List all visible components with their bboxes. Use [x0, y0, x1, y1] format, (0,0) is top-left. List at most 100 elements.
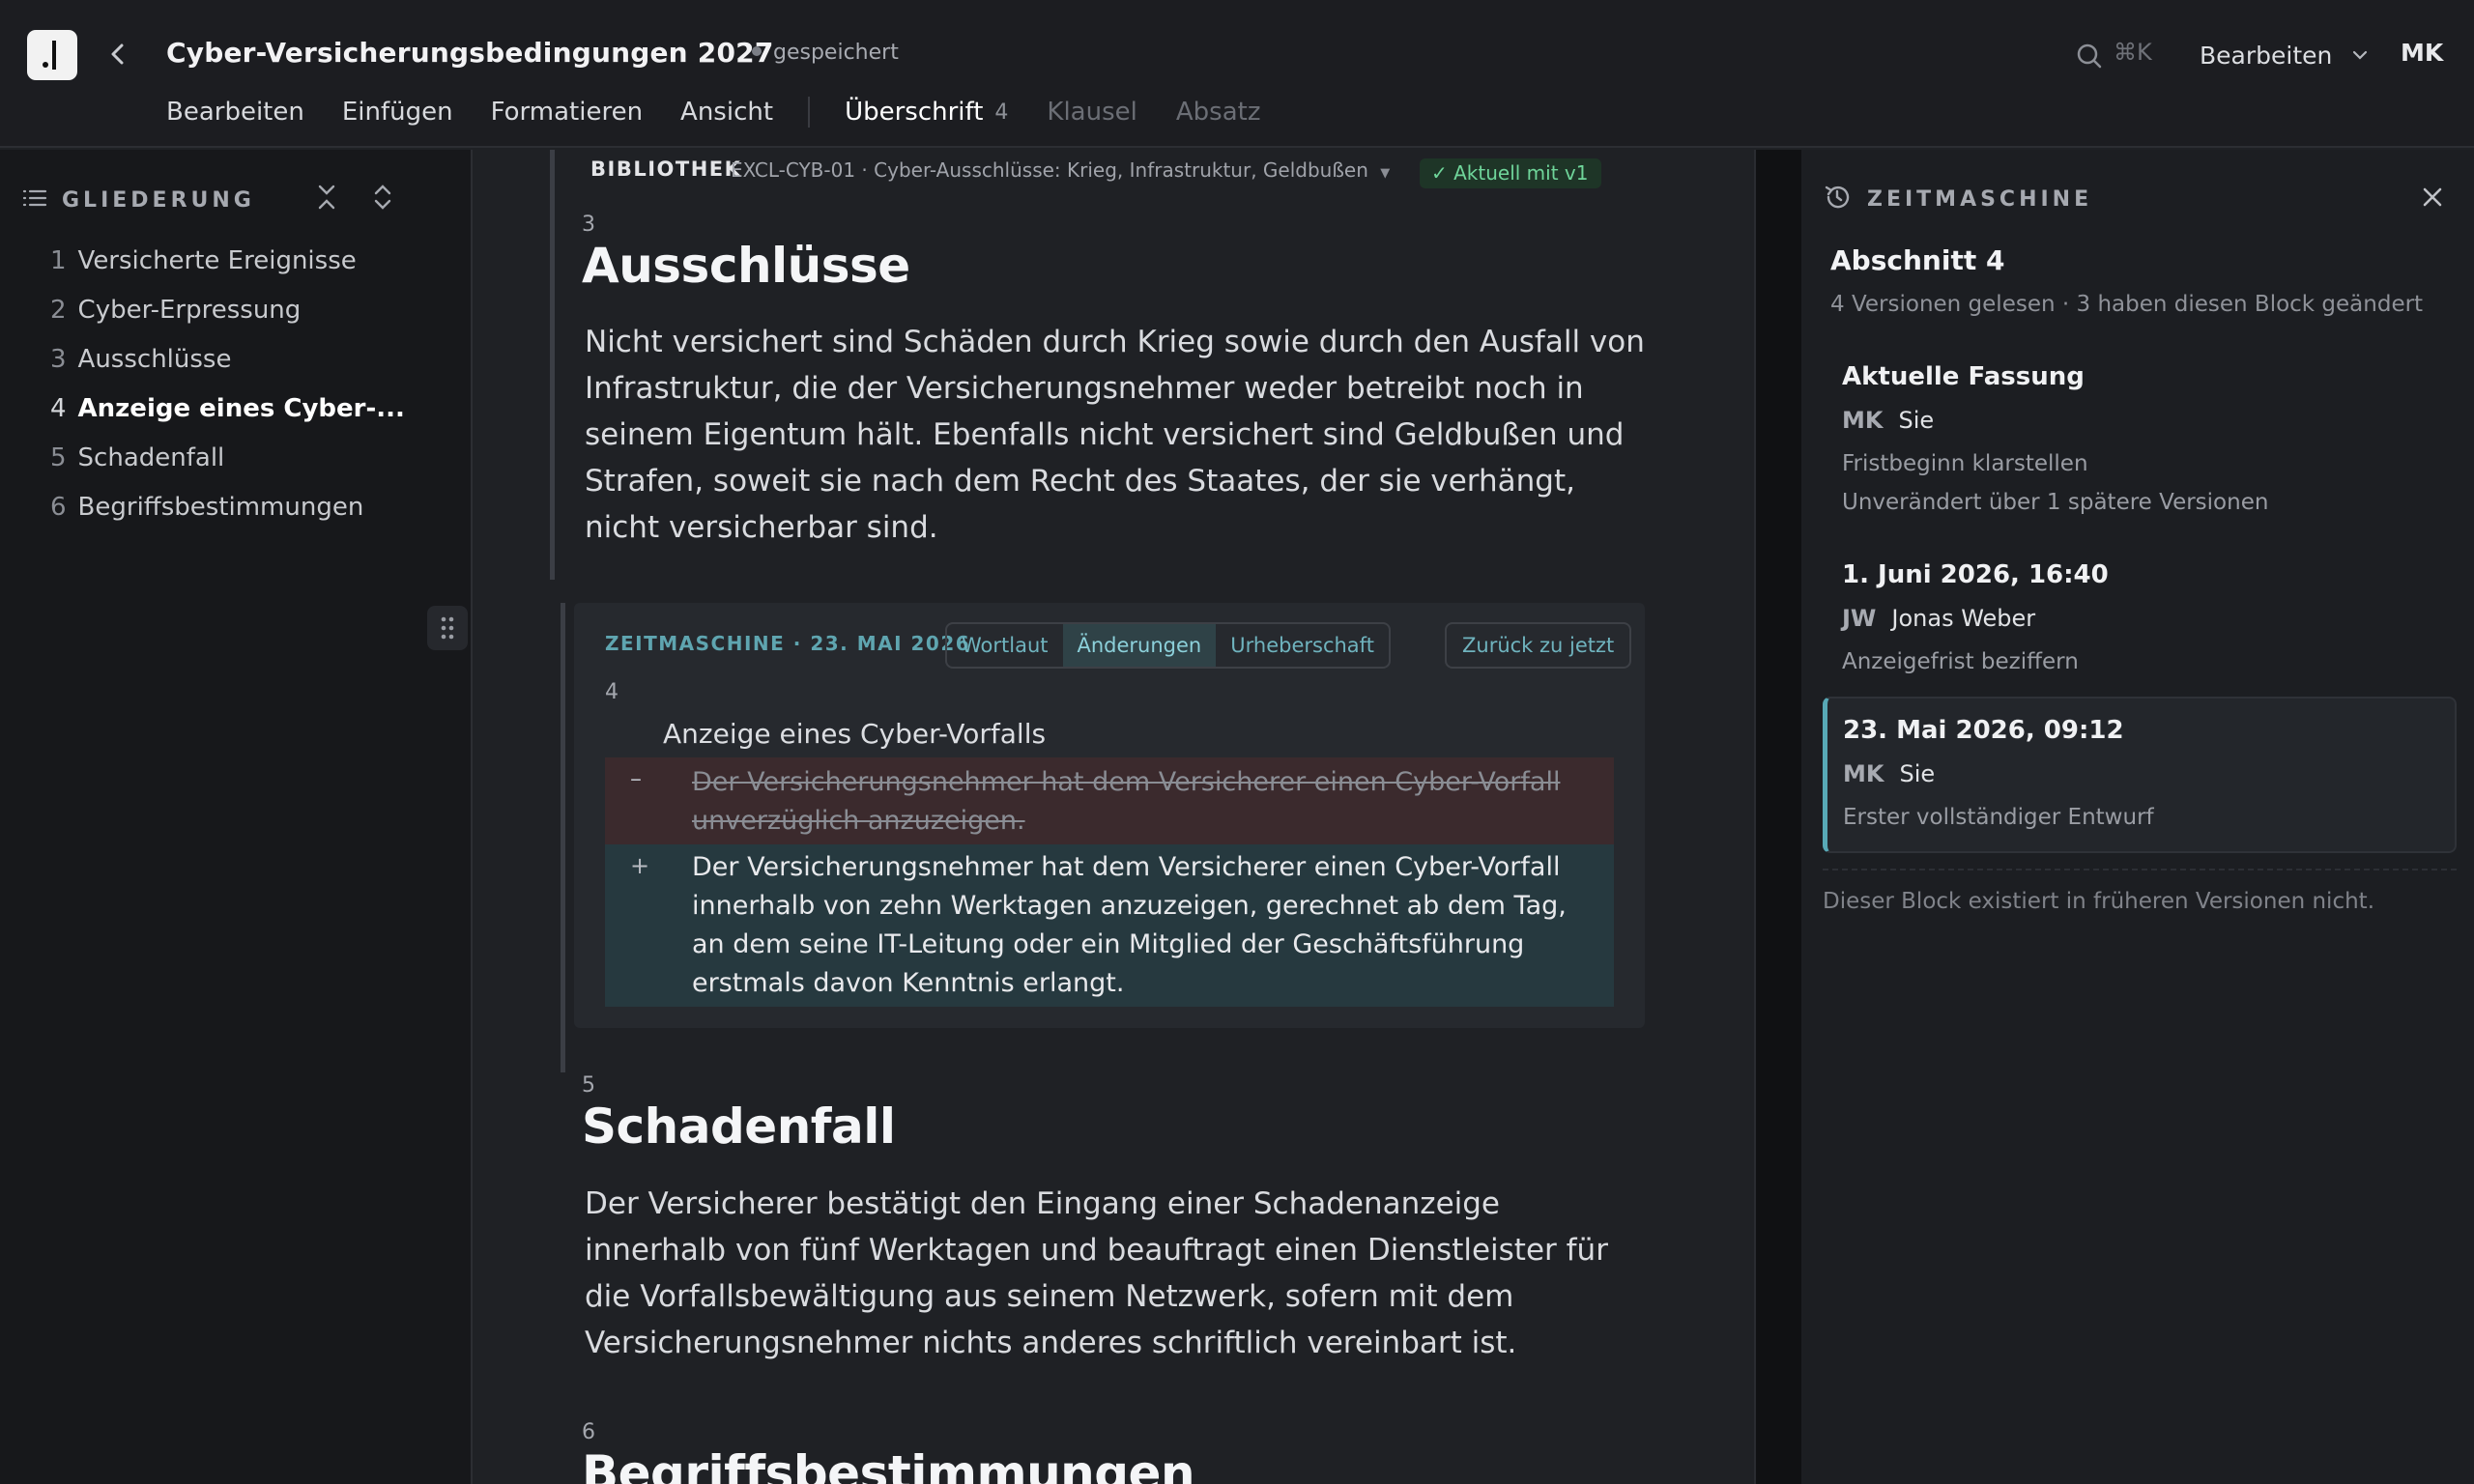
timemachine-block-marker	[561, 603, 565, 1072]
timemachine-panel: ZEITMASCHINE Abschnitt 4 4 Versionen gel…	[1801, 150, 2474, 1484]
version-item[interactable]: Aktuelle Fassung MK Sie Fristbeginn klars…	[1823, 343, 2457, 517]
version-message: Fristbeginn klarstellen	[1842, 451, 2088, 476]
library-reference-bar: BIBLIOTHEK EXCL-CYB-01 · Cyber-Ausschlüs…	[552, 150, 1615, 188]
section-heading[interactable]: Begriffsbestimmungen	[582, 1445, 1195, 1484]
save-status: gespeichert	[752, 41, 899, 65]
outline-item[interactable]: 2 Cyber-Erpressung	[50, 296, 405, 345]
section-heading[interactable]: Schadenfall	[582, 1099, 896, 1155]
outline-item-current[interactable]: 4 Anzeige eines Cyber-...	[50, 394, 405, 443]
outline-sidebar: GLIEDERUNG 1 Versicherte Ereignisse 2 Cybe…	[0, 150, 473, 1484]
library-block-marker	[550, 150, 555, 580]
panel-title: ZEITMASCHINE	[1867, 186, 2093, 212]
removed-text: Der Versicherungsnehmer hat dem Versiche…	[692, 767, 1561, 836]
author-name: Sie	[1898, 407, 1935, 434]
caret-down-icon: ▼	[1380, 166, 1391, 181]
collapse-all-icon[interactable]	[314, 183, 339, 215]
block-drag-handle-icon[interactable]	[427, 606, 468, 650]
outline-item-label: Anzeige eines Cyber-...	[77, 394, 405, 423]
history-icon	[1823, 183, 1852, 215]
outline-item[interactable]: 5 Schadenfall	[50, 443, 405, 493]
tab-aenderungen[interactable]: Änderungen	[1062, 624, 1217, 667]
mode-dropdown[interactable]: Bearbeiten	[2200, 39, 2369, 70]
version-author: MK Sie	[1843, 760, 1935, 787]
section-body[interactable]: Der Versicherer bestätigt den Eingang ei…	[585, 1181, 1648, 1366]
outline-header: GLIEDERUNG	[21, 186, 255, 214]
search-icon[interactable]	[2076, 43, 2103, 73]
outline-item-label: Schadenfall	[77, 443, 225, 472]
outline-item[interactable]: 3 Ausschlüsse	[50, 345, 405, 394]
menu-formatieren[interactable]: Formatieren	[491, 98, 643, 127]
editor-gutter	[1754, 150, 1801, 1484]
outline-title: GLIEDERUNG	[62, 187, 255, 213]
outline-item-number: 1	[50, 246, 67, 275]
menu-bar: Bearbeiten Einfügen Formatieren Ansicht …	[166, 97, 1299, 128]
menu-einfuegen[interactable]: Einfügen	[342, 98, 453, 127]
added-text: Der Versicherungsnehmer hat dem Versiche…	[692, 852, 1567, 998]
menu-ansicht[interactable]: Ansicht	[680, 98, 773, 127]
panel-summary: 4 Versionen gelesen · 3 haben diesen Blo…	[1830, 292, 2424, 317]
close-icon[interactable]	[2420, 185, 2445, 214]
library-reference[interactable]: EXCL-CYB-01 · Cyber-Ausschlüsse: Krieg, …	[731, 158, 1390, 182]
version-title: 23. Mai 2026, 09:12	[1843, 716, 2124, 745]
panel-section-title: Abschnitt 4	[1830, 244, 2005, 276]
save-status-label: gespeichert	[773, 41, 899, 65]
library-reference-label: EXCL-CYB-01 · Cyber-Ausschlüsse: Krieg, …	[731, 158, 1368, 182]
outline-item-label: Ausschlüsse	[77, 345, 232, 374]
outline-item-label: Begriffsbestimmungen	[77, 493, 364, 522]
outline-item-number: 6	[50, 493, 67, 522]
panel-footer-note: Dieser Block existiert in früheren Versi…	[1823, 889, 2375, 914]
chevron-down-icon	[2351, 39, 2369, 67]
top-bar: Cyber-Versicherungsbedingungen 2027 gesp…	[0, 0, 2474, 148]
outline-list: 1 Versicherte Ereignisse 2 Cyber-Erpressun…	[50, 246, 405, 542]
menu-divider	[808, 97, 811, 128]
timemachine-block: ZEITMASCHINE · 23. MAI 2026 Wortlaut Änd…	[574, 603, 1645, 1028]
block-number: 4	[605, 680, 618, 704]
author-initials: MK	[1842, 407, 1884, 434]
app-logo[interactable]	[27, 30, 77, 80]
blocktype-paragraph[interactable]: Absatz	[1176, 98, 1261, 127]
library-status-badge: ✓ Aktuell mit v1	[1420, 158, 1602, 188]
outline-item-number: 3	[50, 345, 67, 374]
user-avatar[interactable]: MK	[2401, 39, 2443, 67]
expand-all-icon[interactable]	[370, 183, 395, 215]
outline-item-label: Cyber-Erpressung	[77, 296, 302, 325]
tab-wortlaut[interactable]: Wortlaut	[947, 624, 1063, 667]
back-to-now-button[interactable]: Zurück zu jetzt	[1445, 622, 1632, 669]
section-number: 3	[582, 213, 595, 237]
menu-bearbeiten[interactable]: Bearbeiten	[166, 98, 304, 127]
back-icon[interactable]	[104, 39, 131, 70]
version-item[interactable]: 1. Juni 2026, 16:40 JW Jonas Weber Anzeig…	[1823, 541, 2457, 676]
blocktype-heading[interactable]: Überschrift	[845, 98, 983, 127]
outline-item-number: 5	[50, 443, 67, 472]
list-icon	[21, 186, 48, 214]
library-label: BIBLIOTHEK	[590, 157, 742, 181]
timemachine-date-label: ZEITMASCHINE · 23. MAI 2026	[605, 632, 971, 655]
outline-item[interactable]: 1 Versicherte Ereignisse	[50, 246, 405, 296]
section-heading[interactable]: Ausschlüsse	[582, 238, 910, 294]
blocktype-heading-count: 4	[994, 100, 1009, 125]
blocktype-clause[interactable]: Klausel	[1047, 98, 1136, 127]
version-message: Erster vollständiger Entwurf	[1843, 805, 2154, 830]
status-dot-icon	[752, 46, 762, 56]
mode-label: Bearbeiten	[2200, 42, 2333, 70]
version-author: MK Sie	[1842, 407, 1934, 434]
version-item-selected[interactable]: 23. Mai 2026, 09:12 MK Sie Erster vollstä…	[1823, 697, 2457, 853]
document-title[interactable]: Cyber-Versicherungsbedingungen 2027	[166, 37, 774, 69]
author-initials: JW	[1842, 605, 1877, 632]
tab-urheberschaft[interactable]: Urheberschaft	[1216, 624, 1389, 667]
section-number: 6	[582, 1420, 595, 1444]
section-number: 5	[582, 1073, 595, 1098]
outline-item-label: Versicherte Ereignisse	[77, 246, 357, 275]
check-icon: ✓	[1431, 161, 1448, 185]
author-initials: MK	[1843, 760, 1884, 787]
panel-divider	[1823, 869, 2457, 870]
library-status-label: Aktuell mit v1	[1453, 161, 1589, 185]
block-heading: Anzeige eines Cyber-Vorfalls	[663, 718, 1047, 750]
section-body[interactable]: Nicht versichert sind Schäden durch Krie…	[585, 319, 1648, 551]
outline-item[interactable]: 6 Begriffsbestimmungen	[50, 493, 405, 542]
version-author: JW Jonas Weber	[1842, 605, 2035, 632]
outline-item-number: 2	[50, 296, 67, 325]
removed-marker: –	[630, 765, 642, 792]
version-message: Anzeigefrist beziffern	[1842, 649, 2079, 674]
author-name: Sie	[1899, 760, 1936, 787]
